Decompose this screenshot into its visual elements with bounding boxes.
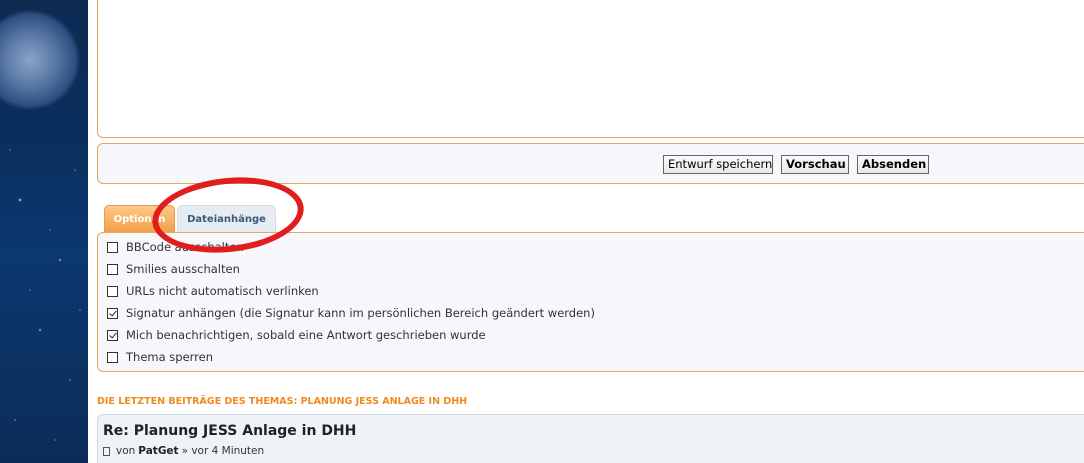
tab-options[interactable]: Optionen (104, 205, 175, 232)
post-time: » vor 4 Minuten (181, 445, 265, 457)
option-disable-smilies[interactable]: Smilies ausschalten (107, 261, 240, 277)
page: Entwurf speichern Vorschau Absenden Opti… (0, 0, 1084, 463)
option-label: URLs nicht automatisch verlinken (126, 284, 319, 298)
post-author[interactable]: PatGet (138, 445, 178, 457)
checkbox[interactable] (107, 307, 118, 319)
option-notify-reply[interactable]: Mich benachrichtigen, sobald eine Antwor… (107, 327, 486, 343)
recent-posts-heading: DIE LETZTEN BEITRÄGE DES THEMAS: PLANUNG… (97, 396, 468, 407)
option-label: Mich benachrichtigen, sobald eine Antwor… (126, 328, 486, 342)
option-attach-signature[interactable]: Signatur anhängen (die Signatur kann im … (107, 305, 595, 321)
option-label: Signatur anhängen (die Signatur kann im … (126, 306, 595, 320)
post-title[interactable]: Re: Planung JESS Anlage in DHH (103, 423, 356, 439)
option-disable-magic-url[interactable]: URLs nicht automatisch verlinken (107, 283, 319, 299)
post-meta: von PatGet » vor 4 Minuten (103, 445, 264, 457)
save-draft-button[interactable]: Entwurf speichern (663, 155, 773, 174)
option-lock-topic[interactable]: Thema sperren (107, 349, 213, 365)
option-disable-bbcode[interactable]: BBCode ausschalten (107, 239, 244, 255)
option-label: Smilies ausschalten (126, 262, 240, 276)
checkbox[interactable] (107, 241, 118, 253)
message-textarea[interactable] (97, 0, 1084, 138)
stars-decoration (0, 0, 88, 463)
options-panel: BBCode ausschalten Smilies ausschalten U… (97, 232, 1084, 372)
checkbox[interactable] (107, 263, 118, 275)
checkbox[interactable] (107, 351, 118, 363)
checkbox[interactable] (107, 329, 118, 341)
option-label: Thema sperren (126, 350, 214, 364)
recent-post-item: Re: Planung JESS Anlage in DHH von PatGe… (97, 414, 1084, 463)
tab-attachments[interactable]: Dateianhänge (177, 205, 276, 232)
checkbox[interactable] (107, 285, 118, 297)
submit-button-bar: Entwurf speichern Vorschau Absenden (97, 143, 1084, 184)
option-label: BBCode ausschalten (126, 240, 244, 254)
post-by-label: von (116, 445, 136, 457)
submit-button[interactable]: Absenden (857, 155, 929, 174)
post-icon (103, 446, 110, 456)
space-background-image (0, 0, 88, 463)
preview-button[interactable]: Vorschau (781, 155, 849, 174)
